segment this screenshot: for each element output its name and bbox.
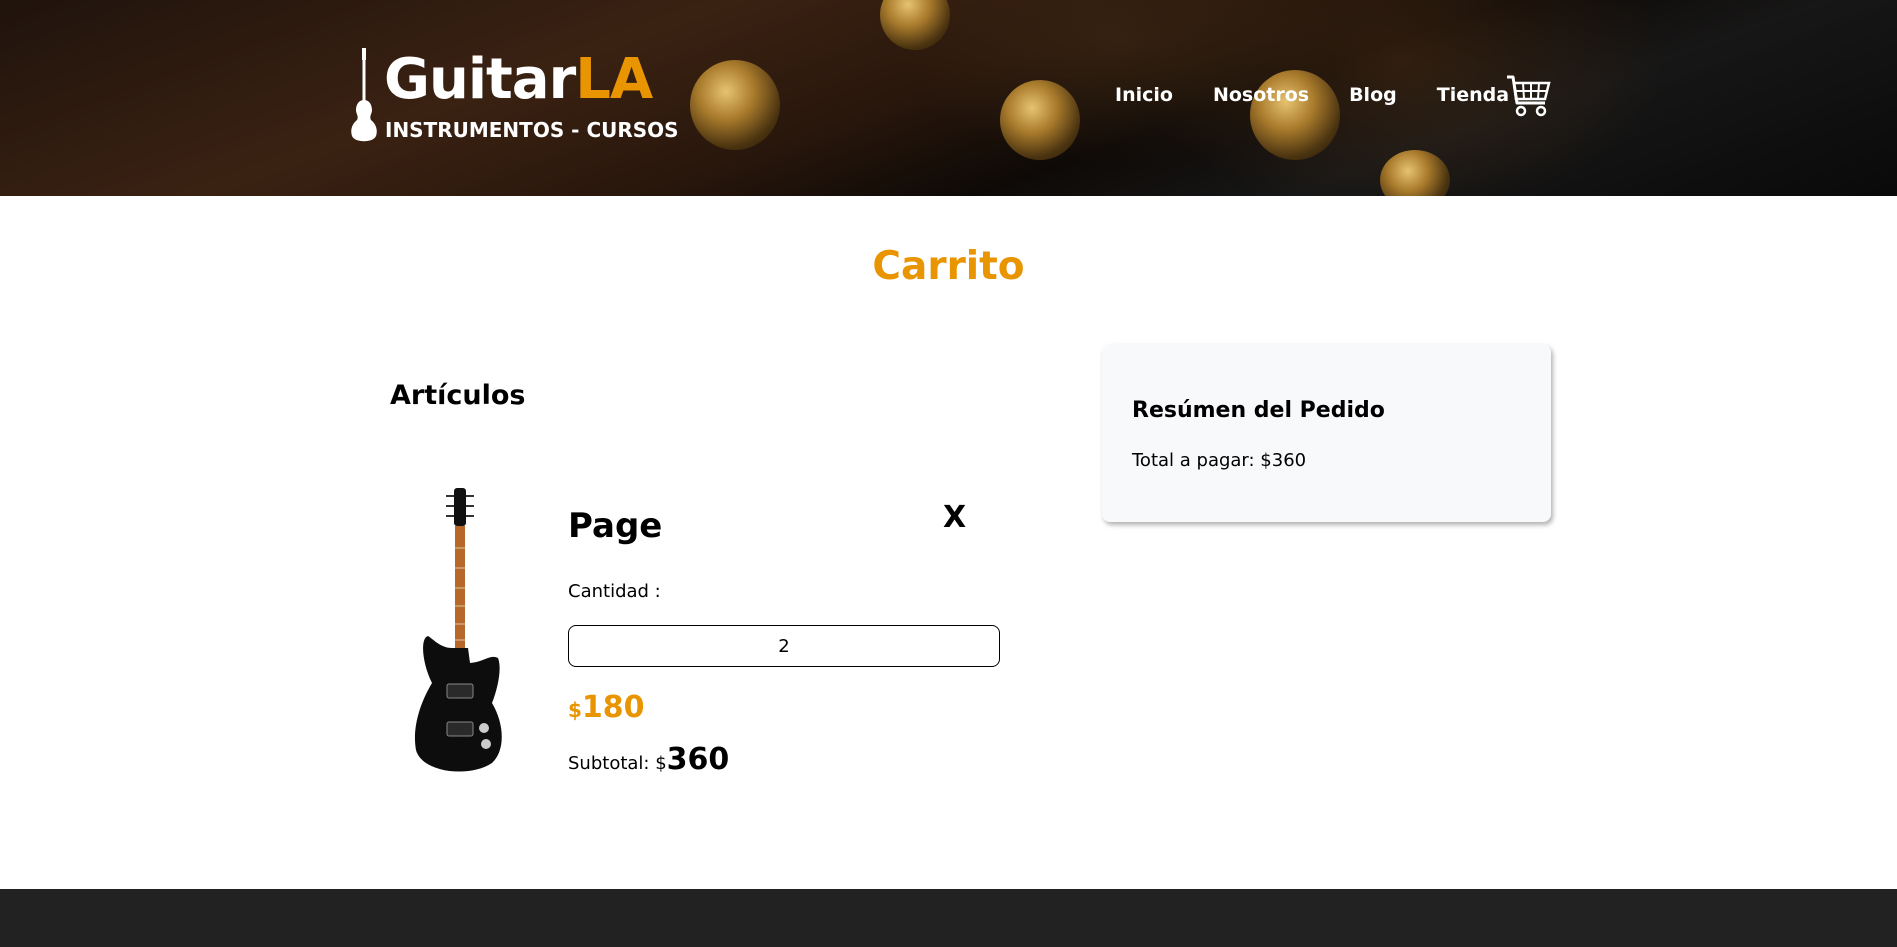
main-navigation: Inicio Nosotros Blog Tienda bbox=[1115, 84, 1509, 106]
quantity-field[interactable] bbox=[568, 625, 1000, 667]
articles-heading: Artículos bbox=[390, 380, 526, 411]
page-title: Carrito bbox=[872, 244, 1025, 289]
tuner-peg-decoration bbox=[880, 0, 950, 50]
subtotal-amount: 360 bbox=[666, 742, 730, 777]
site-footer bbox=[0, 889, 1897, 947]
nav-link-blog[interactable]: Blog bbox=[1349, 84, 1397, 106]
shopping-cart-icon[interactable] bbox=[1505, 73, 1551, 119]
site-logo[interactable]: GuitarLA INSTRUMENTOS - CURSOS bbox=[348, 46, 679, 146]
price-currency: $ bbox=[568, 698, 582, 722]
item-subtotal: Subtotal: $360 bbox=[568, 742, 729, 777]
order-summary: Resúmen del Pedido Total a pagar: $360 bbox=[1102, 344, 1551, 522]
product-name: Page bbox=[568, 506, 663, 546]
nav-link-inicio[interactable]: Inicio bbox=[1115, 84, 1173, 106]
guitar-product-image bbox=[414, 488, 502, 772]
summary-total: Total a pagar: $360 bbox=[1132, 450, 1307, 471]
logo-tagline: INSTRUMENTOS - CURSOS bbox=[385, 118, 679, 142]
site-header: GuitarLA INSTRUMENTOS - CURSOS Inicio No… bbox=[0, 0, 1897, 196]
tuner-peg-decoration bbox=[1000, 80, 1080, 160]
logo-wordmark: GuitarLA bbox=[384, 47, 653, 112]
guitar-icon bbox=[351, 48, 377, 142]
nav-link-nosotros[interactable]: Nosotros bbox=[1213, 84, 1309, 106]
subtotal-label: Subtotal: $ bbox=[568, 753, 667, 774]
quantity-label: Cantidad : bbox=[568, 581, 661, 602]
summary-title: Resúmen del Pedido bbox=[1132, 398, 1385, 423]
price-amount: 180 bbox=[581, 690, 645, 725]
tuner-peg-decoration bbox=[1380, 150, 1450, 196]
remove-item-button[interactable]: X bbox=[943, 500, 966, 535]
cart-item: Page X Cantidad : $180 Subtotal: $360 bbox=[390, 480, 1010, 780]
unit-price: $180 bbox=[568, 690, 645, 725]
nav-link-tienda[interactable]: Tienda bbox=[1437, 84, 1509, 106]
tuner-peg-decoration bbox=[690, 60, 780, 150]
